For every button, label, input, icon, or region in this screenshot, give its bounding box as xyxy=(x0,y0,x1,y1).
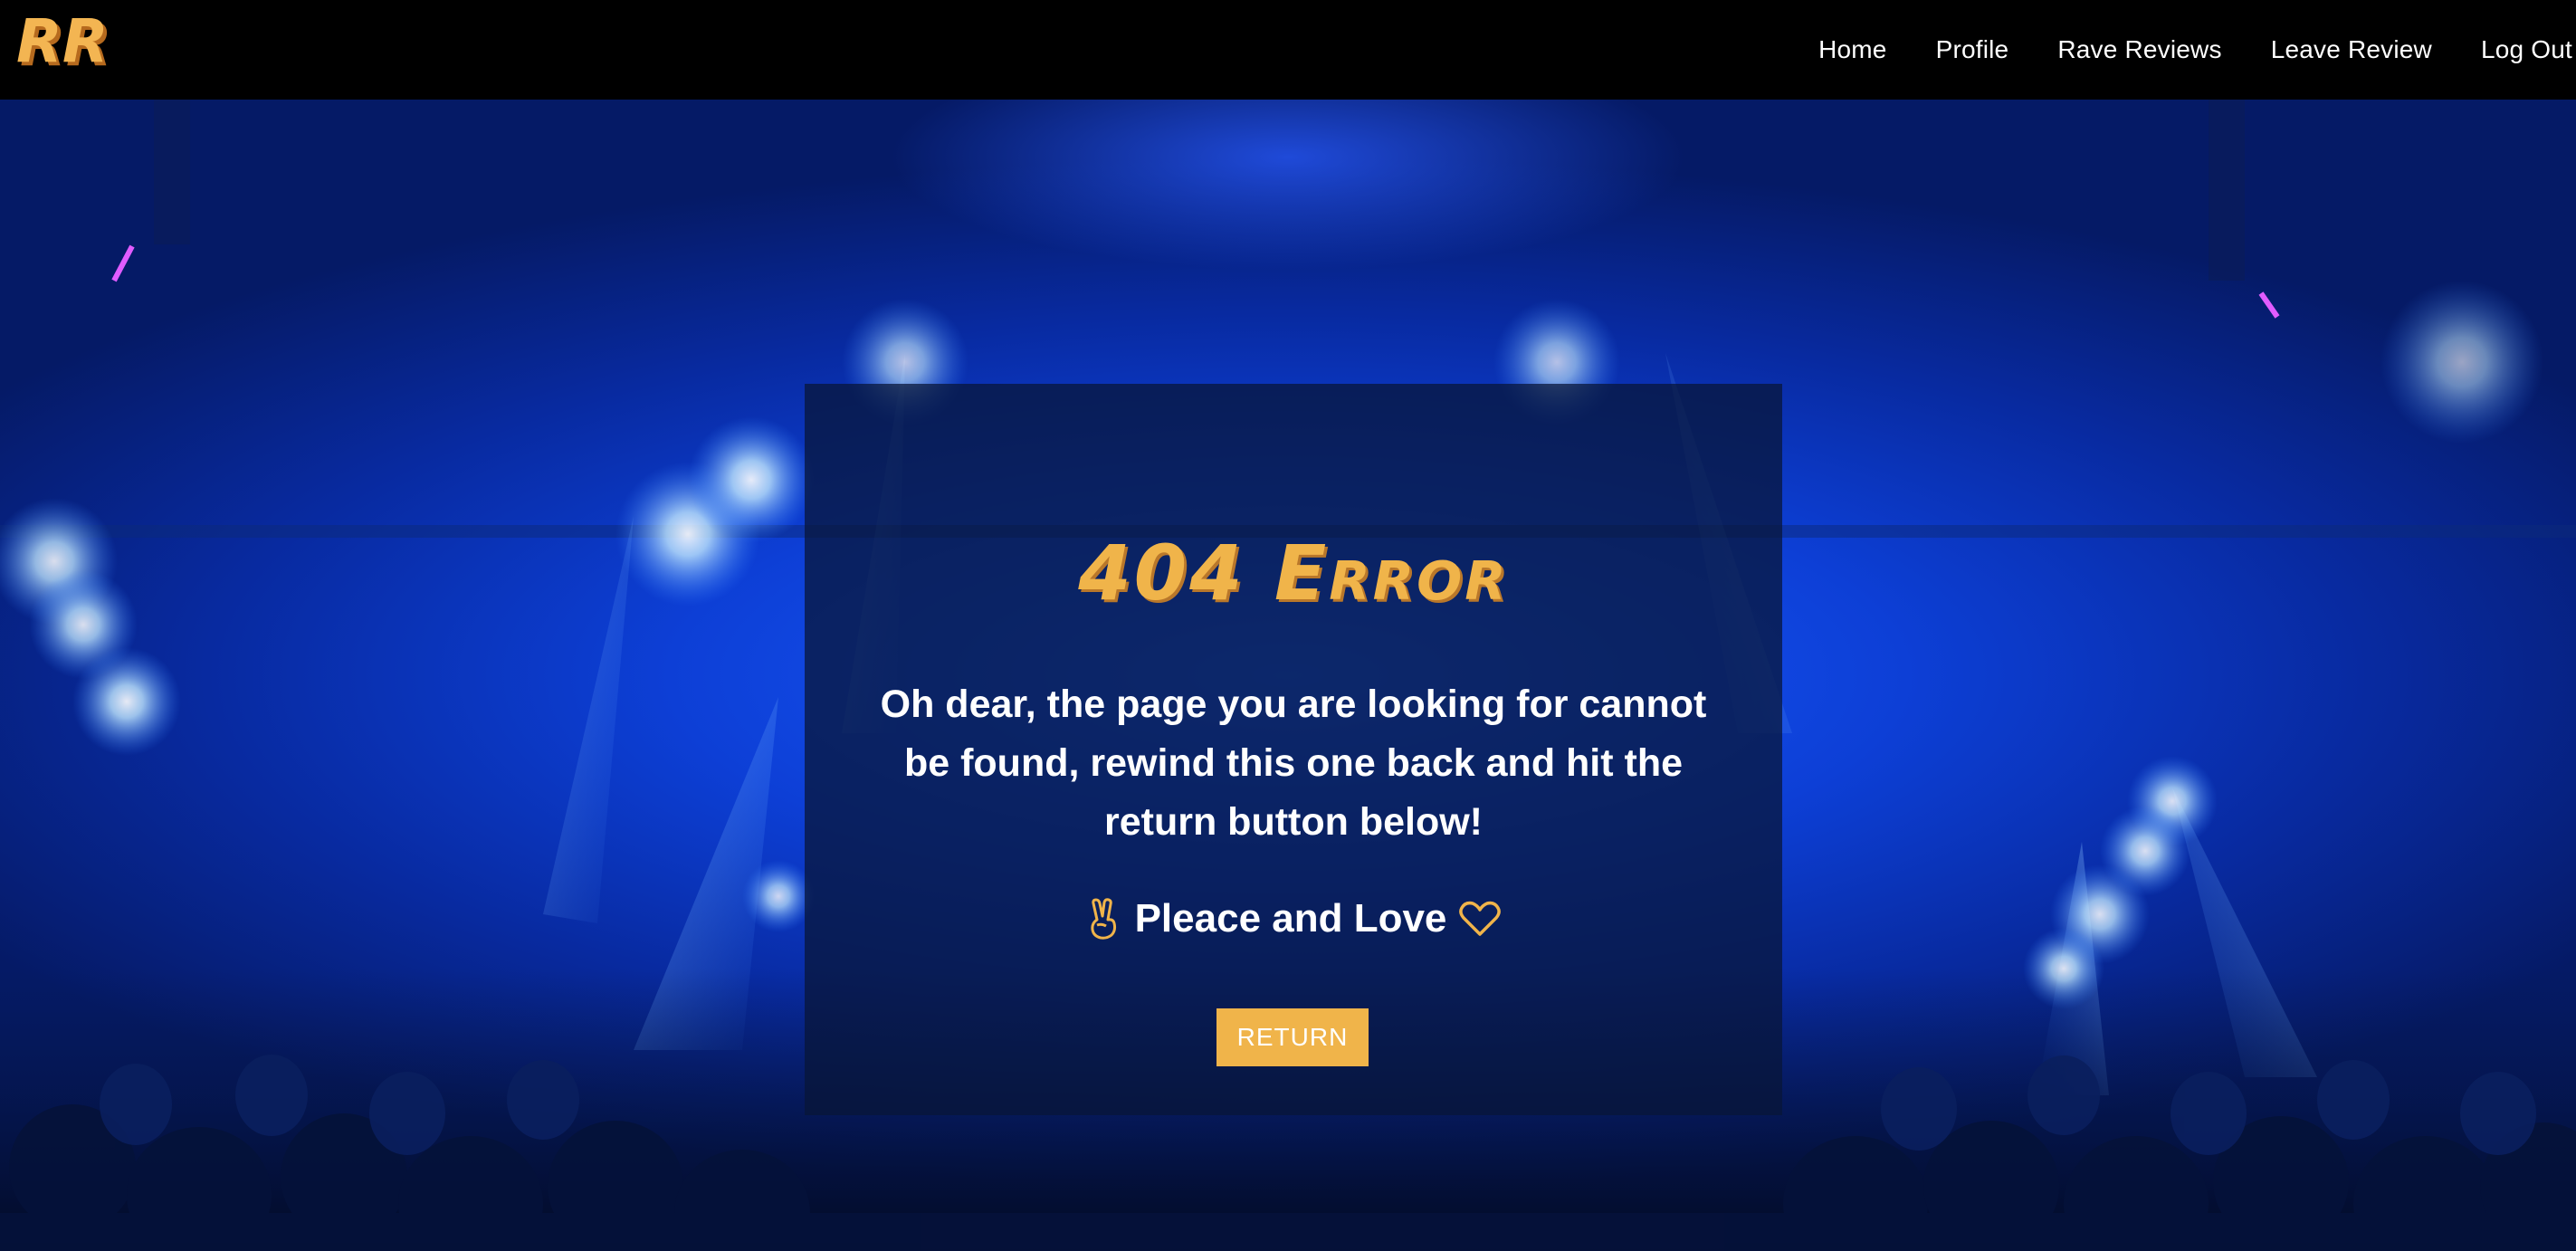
signoff-line: Pleace and Love xyxy=(805,896,1782,941)
peace-hand-icon xyxy=(1086,898,1122,940)
svg-text:RR: RR xyxy=(16,13,109,76)
nav-home-link[interactable]: Home xyxy=(1818,35,1887,63)
nav-leave-review-link[interactable]: Leave Review xyxy=(2271,35,2432,63)
rr-logo: RR RR xyxy=(16,13,112,76)
error-card: 404 Error Oh dear, the page you are look… xyxy=(805,384,1782,1115)
error-title: 404 Error xyxy=(1078,529,1509,617)
heart-icon xyxy=(1459,901,1502,937)
error-message: Oh dear, the page you are looking for ca… xyxy=(880,683,1707,844)
navbar: RR RR Home Profile Rave Reviews Leave Re… xyxy=(0,0,2576,100)
nav-log-out-link[interactable]: Log Out xyxy=(2481,35,2572,63)
nav-profile-link[interactable]: Profile xyxy=(1936,35,2009,63)
nav-menu: Home Profile Rave Reviews Leave Review L… xyxy=(1770,0,2576,100)
nav-rave-reviews-link[interactable]: Rave Reviews xyxy=(2057,35,2221,63)
return-button[interactable]: RETURN xyxy=(1216,1008,1369,1066)
signoff-text: Pleace and Love xyxy=(1134,896,1447,941)
